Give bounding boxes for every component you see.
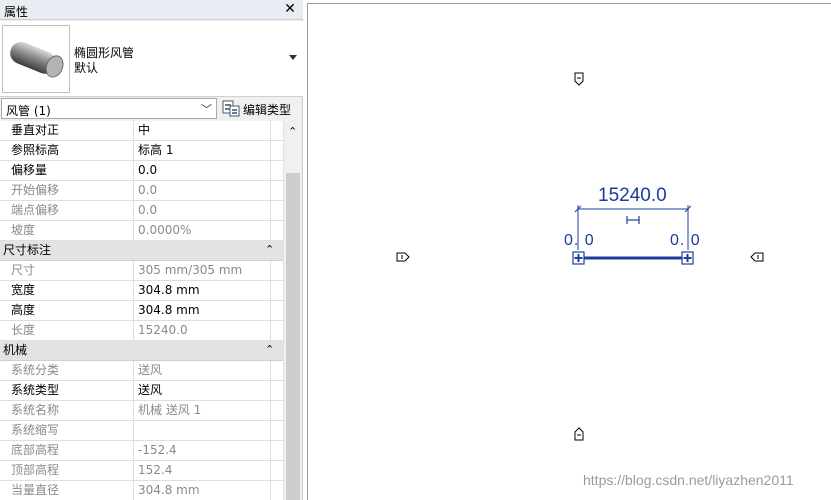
property-value[interactable]: 送风 bbox=[135, 381, 270, 401]
property-value bbox=[135, 421, 270, 441]
property-row: 系统分类 送风 bbox=[0, 361, 283, 381]
property-row: 偏移量 0.0 bbox=[0, 161, 283, 181]
app-window: 属性 ✕ 椭圆形风管 默认 风管 (1) ﹀ 编辑类型 垂直对正 中 参照标高 … bbox=[0, 0, 831, 500]
property-name: 系统缩写 bbox=[0, 421, 134, 441]
properties-title-bar: 属性 ✕ bbox=[0, 0, 303, 20]
property-name: 底部高程 bbox=[0, 441, 134, 461]
property-row: 系统名称 机械 送风 1 bbox=[0, 401, 283, 421]
property-name: 坡度 bbox=[0, 221, 134, 241]
property-value[interactable]: 标高 1 bbox=[135, 141, 270, 161]
dimension-drag-handle-icon[interactable] bbox=[626, 216, 640, 224]
property-row: 底部高程 -152.4 bbox=[0, 441, 283, 461]
property-value: 0.0 bbox=[138, 203, 158, 217]
property-row: 尺寸 305 mm/305 mm bbox=[0, 261, 283, 281]
section-marker-top-icon[interactable] bbox=[574, 72, 584, 86]
property-name: 顶部高程 bbox=[0, 461, 134, 481]
property-name: 开始偏移 bbox=[0, 181, 134, 201]
properties-scrollbar[interactable]: ⌃ bbox=[283, 121, 302, 500]
property-group-header[interactable]: 机械 ⌃ bbox=[0, 341, 283, 361]
type-subname: 默认 bbox=[74, 61, 99, 75]
property-row: 端点偏移 0.0 bbox=[0, 201, 283, 221]
instance-filter-dropdown[interactable]: 风管 (1) ﹀ bbox=[1, 98, 217, 119]
property-value: 送风 bbox=[138, 363, 163, 377]
instance-filter-row: 风管 (1) ﹀ 编辑类型 bbox=[0, 97, 303, 121]
property-row: 坡度 0.0000% bbox=[0, 221, 283, 241]
property-value: 304.8 mm bbox=[138, 483, 200, 497]
property-row: 当量直径 304.8 mm bbox=[0, 481, 283, 500]
property-name: 系统类型 bbox=[0, 381, 134, 401]
property-row: 开始偏移 0.0 bbox=[0, 181, 283, 201]
chevron-down-icon[interactable]: ﹀ bbox=[201, 101, 212, 117]
canvas-graphics bbox=[396, 72, 764, 441]
property-value[interactable]: 304.8 mm bbox=[135, 301, 270, 321]
section-marker-right-icon[interactable] bbox=[750, 252, 764, 262]
property-row: 宽度 304.8 mm bbox=[0, 281, 283, 301]
property-group-label: 机械 bbox=[3, 343, 28, 357]
property-value[interactable]: 304.8 mm bbox=[135, 281, 270, 301]
section-marker-bottom-icon[interactable] bbox=[574, 427, 584, 441]
property-value[interactable]: 0.0 bbox=[135, 161, 270, 181]
property-value: 机械 送风 1 bbox=[138, 403, 202, 417]
property-name: 偏移量 bbox=[0, 161, 134, 181]
length-dimension-value[interactable]: 15240.0 bbox=[598, 185, 667, 207]
section-marker-left-icon[interactable] bbox=[396, 252, 410, 262]
properties-title: 属性 bbox=[4, 5, 29, 19]
instance-filter-value: 风管 (1) bbox=[6, 104, 51, 118]
close-icon[interactable]: ✕ bbox=[283, 1, 297, 17]
property-name: 系统分类 bbox=[0, 361, 134, 381]
oval-duct-thumbnail bbox=[2, 25, 70, 93]
property-name: 参照标高 bbox=[0, 141, 134, 161]
collapse-icon[interactable]: ⌃ bbox=[265, 342, 274, 358]
property-value[interactable]: 中 bbox=[135, 121, 270, 141]
scroll-thumb[interactable] bbox=[286, 173, 300, 500]
property-value: 305 mm/305 mm bbox=[138, 263, 243, 277]
property-row: 系统缩写 bbox=[0, 421, 283, 441]
property-value: 152.4 bbox=[138, 463, 173, 477]
collapse-icon[interactable]: ⌃ bbox=[265, 242, 274, 258]
duct-start-grip-icon[interactable] bbox=[572, 251, 585, 265]
property-group-label: 尺寸标注 bbox=[3, 243, 52, 257]
property-row: 参照标高 标高 1 bbox=[0, 141, 283, 161]
duct-end-grip-icon[interactable] bbox=[681, 251, 694, 265]
edit-type-button[interactable]: 编辑类型 bbox=[222, 98, 302, 119]
type-dropdown-caret-icon[interactable] bbox=[289, 55, 297, 60]
properties-grid: 垂直对正中参照标高 标高 1 偏移量 0.0 开始偏移 0.0 端点偏移 0.0 坡度 0.000… bbox=[0, 121, 283, 500]
scroll-up-icon[interactable]: ⌃ bbox=[288, 125, 297, 138]
property-name: 垂直对正 bbox=[0, 121, 134, 141]
property-value: 15240.0 bbox=[138, 323, 188, 337]
property-row: 长度 15240.0 bbox=[0, 321, 283, 341]
property-value: 0.0 bbox=[138, 183, 158, 197]
property-value: 0.0000% bbox=[138, 223, 192, 237]
property-name: 尺寸 bbox=[0, 261, 134, 281]
property-row: 系统类型 送风 bbox=[0, 381, 283, 401]
property-row: 顶部高程 152.4 bbox=[0, 461, 283, 481]
property-value: -152.4 bbox=[138, 443, 177, 457]
watermark-text: https://blog.csdn.net/liyazhen2011 bbox=[583, 472, 794, 488]
property-name: 高度 bbox=[0, 301, 134, 321]
start-offset-value[interactable]: 0. 0 bbox=[564, 232, 595, 250]
property-name: 端点偏移 bbox=[0, 201, 134, 221]
property-name: 系统名称 bbox=[0, 401, 134, 421]
edit-type-icon bbox=[222, 100, 240, 117]
property-name: 宽度 bbox=[0, 281, 134, 301]
property-row: 垂直对正中 bbox=[0, 121, 283, 141]
drawing-canvas[interactable]: 15240.0 0. 0 0. 0 https://blog.csdn.net/… bbox=[304, 0, 831, 500]
property-name: 当量直径 bbox=[0, 481, 134, 500]
property-row: 高度 304.8 mm bbox=[0, 301, 283, 321]
edit-type-label: 编辑类型 bbox=[243, 103, 292, 117]
type-selector[interactable]: 椭圆形风管 默认 bbox=[0, 21, 303, 97]
property-group-header[interactable]: 尺寸标注 ⌃ bbox=[0, 241, 283, 261]
end-offset-value[interactable]: 0. 0 bbox=[670, 232, 701, 250]
property-name: 长度 bbox=[0, 321, 134, 341]
properties-panel: 属性 ✕ 椭圆形风管 默认 风管 (1) ﹀ 编辑类型 垂直对正 中 参照标高 … bbox=[0, 0, 303, 500]
